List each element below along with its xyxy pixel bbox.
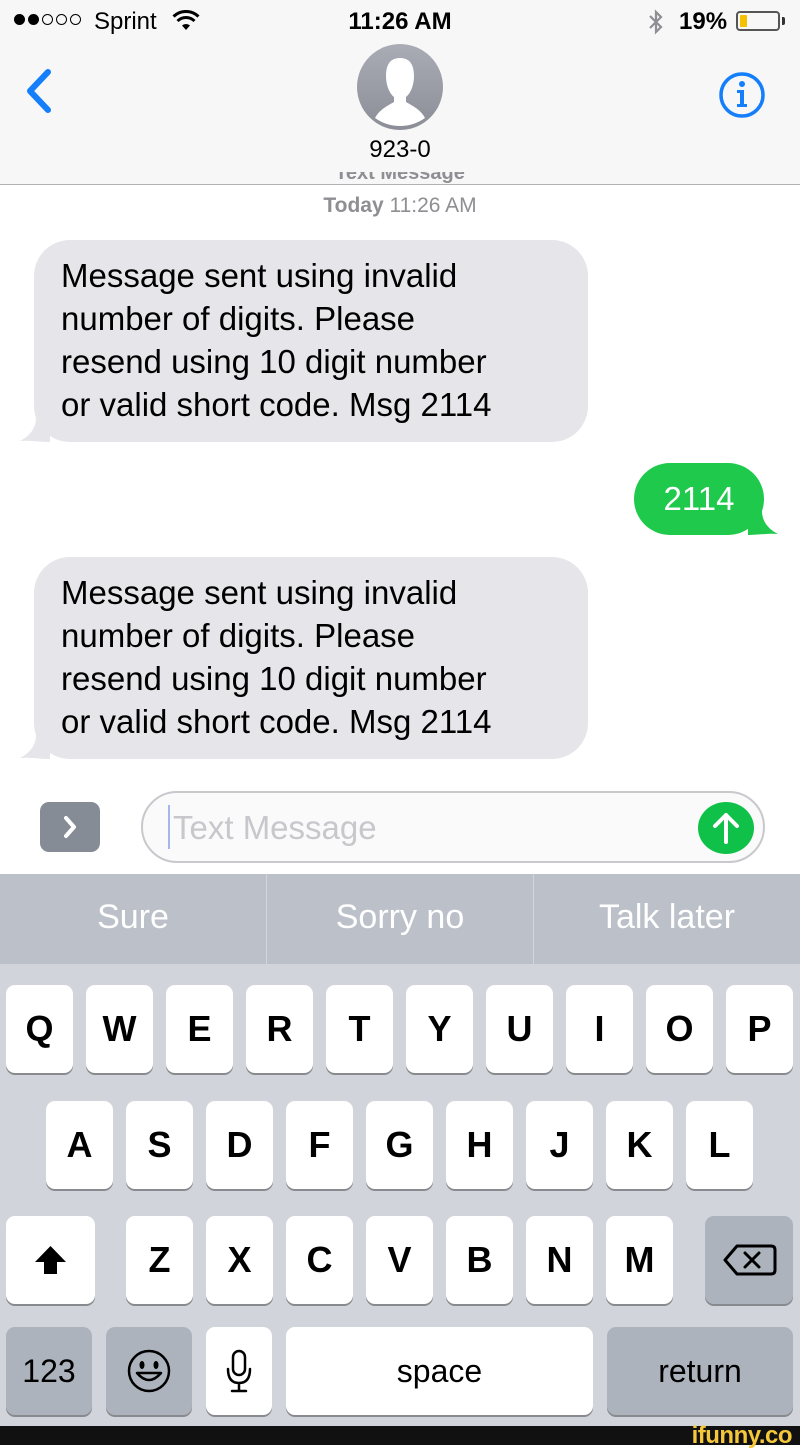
arrow-up-icon [713, 813, 739, 844]
key-q[interactable]: Q [6, 985, 73, 1073]
key-f[interactable]: F [286, 1101, 353, 1189]
emoji-key[interactable] [106, 1327, 192, 1415]
conversation-header: 923-0 [0, 44, 800, 185]
key-c[interactable]: C [286, 1216, 353, 1304]
info-button[interactable] [717, 70, 767, 120]
message-input[interactable]: Text Message [141, 791, 765, 863]
key-s[interactable]: S [126, 1101, 193, 1189]
key-u[interactable]: U [486, 985, 553, 1073]
key-k[interactable]: K [606, 1101, 673, 1189]
battery-nub [782, 17, 785, 25]
suggestion-sure[interactable]: Sure [0, 874, 267, 964]
microphone-icon [226, 1349, 252, 1393]
bluetooth-icon [649, 9, 663, 35]
key-g[interactable]: G [366, 1101, 433, 1189]
battery-level [740, 15, 747, 27]
info-icon [737, 90, 747, 107]
emoji-icon [127, 1349, 171, 1393]
chevron-right-icon [64, 816, 76, 838]
status-bar: Sprint 11:26 AM 19% [0, 0, 800, 44]
service-label: Text Message [0, 172, 800, 186]
service-label-text: Text Message [335, 172, 465, 184]
message-line: Message sent using invalid [61, 257, 458, 294]
bubble-tail [20, 735, 50, 759]
key-z[interactable]: Z [126, 1216, 193, 1304]
key-m[interactable]: M [606, 1216, 673, 1304]
suggestion-talk-later[interactable]: Talk later [534, 874, 800, 964]
numbers-key[interactable]: 123 [6, 1327, 92, 1415]
back-button[interactable] [20, 66, 60, 116]
key-t[interactable]: T [326, 985, 393, 1073]
return-key[interactable]: return [607, 1327, 793, 1415]
outgoing-message-bubble[interactable]: 2114 [634, 463, 778, 535]
key-i[interactable]: I [566, 985, 633, 1073]
message-text: 2114 [663, 480, 735, 517]
shift-icon [35, 1246, 66, 1274]
message-line: number of digits. Please [61, 300, 416, 337]
key-y[interactable]: Y [406, 985, 473, 1073]
watermark-bar: ifunny.co [0, 1422, 800, 1449]
message-line: resend using 10 digit number [61, 660, 487, 697]
key-n[interactable]: N [526, 1216, 593, 1304]
watermark: ifunny.co [691, 1422, 793, 1449]
key-x[interactable]: X [206, 1216, 273, 1304]
apps-drawer-button[interactable] [40, 802, 100, 852]
chevron-left-icon [27, 69, 51, 113]
message-line: or valid short code. Msg 2114 [61, 386, 492, 423]
bubble-tail [748, 511, 778, 535]
incoming-message-bubble[interactable]: Message sent using invalid number of dig… [20, 557, 588, 759]
person-silhouette-icon [375, 58, 425, 127]
key-j[interactable]: J [526, 1101, 593, 1189]
timestamp-time: 11:26 AM [389, 194, 477, 217]
delete-key[interactable] [705, 1216, 793, 1304]
timestamp-day: Today [323, 194, 384, 217]
key-l[interactable]: L [686, 1101, 753, 1189]
battery-percent: 19% [679, 8, 728, 35]
message-line: number of digits. Please [61, 617, 416, 654]
backspace-icon [723, 1244, 777, 1276]
shift-key[interactable] [6, 1216, 95, 1304]
incoming-message-bubble[interactable]: Message sent using invalid number of dig… [20, 240, 588, 442]
key-d[interactable]: D [206, 1101, 273, 1189]
contact-avatar[interactable] [357, 44, 443, 130]
key-p[interactable]: P [726, 985, 793, 1073]
message-line: resend using 10 digit number [61, 343, 487, 380]
message-timestamp: Today 11:26 AM [0, 194, 800, 218]
send-button[interactable] [698, 802, 754, 854]
bubble-tail [20, 418, 50, 442]
key-a[interactable]: A [46, 1101, 113, 1189]
key-w[interactable]: W [86, 985, 153, 1073]
message-line: Message sent using invalid [61, 574, 458, 611]
suggestion-sorry-no[interactable]: Sorry no [267, 874, 534, 964]
key-h[interactable]: H [446, 1101, 513, 1189]
key-e[interactable]: E [166, 985, 233, 1073]
contact-name[interactable]: 923-0 [0, 136, 800, 164]
space-key[interactable]: space [286, 1327, 593, 1415]
text-cursor [168, 805, 170, 849]
key-b[interactable]: B [446, 1216, 513, 1304]
dictation-key[interactable] [206, 1327, 272, 1415]
battery-icon [736, 11, 780, 31]
message-input-placeholder: Text Message [173, 809, 377, 846]
message-line: or valid short code. Msg 2114 [61, 703, 492, 740]
key-v[interactable]: V [366, 1216, 433, 1304]
key-r[interactable]: R [246, 985, 313, 1073]
predictive-text-bar: Sure Sorry no Talk later [0, 874, 800, 964]
keyboard: QWERTYUIOP ASDFGHJKL ZXCVBNM 123 space r… [0, 964, 800, 1426]
key-o[interactable]: O [646, 985, 713, 1073]
